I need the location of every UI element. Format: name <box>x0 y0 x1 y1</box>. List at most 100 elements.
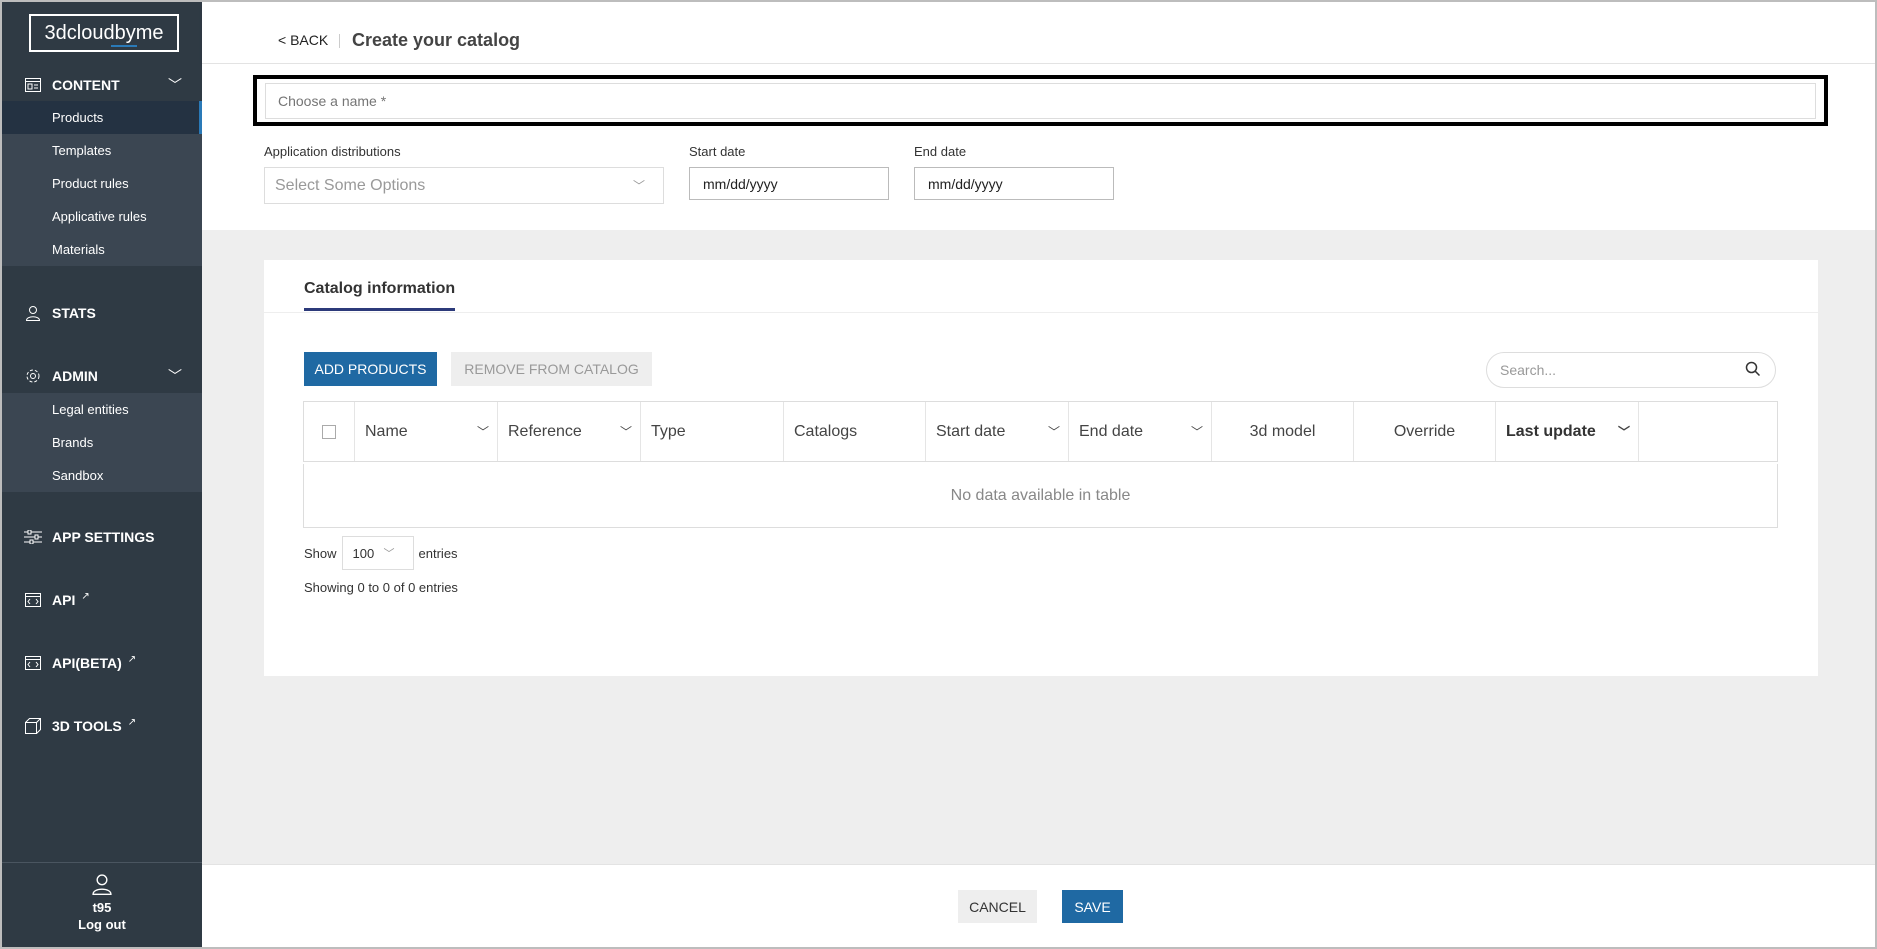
sidebar-section-api-beta[interactable]: API(BETA) ↗ <box>2 648 202 678</box>
app-window: 3dcloudbyme CONTENT ﹀ Products Templates… <box>0 0 1877 949</box>
sidebar-section-content[interactable]: CONTENT ﹀ <box>2 70 202 100</box>
catalog-info-card: Catalog information ADD PRODUCTS REMOVE … <box>264 260 1818 676</box>
page-length-select[interactable]: 100 ﹀ <box>341 536 414 570</box>
name-input[interactable] <box>265 83 1816 119</box>
chevron-down-icon: ﹀ <box>168 77 182 93</box>
column-label: Last update <box>1506 422 1596 440</box>
chevron-down-icon: ﹀ <box>383 548 395 560</box>
end-date-input[interactable]: mm/dd/yyyy <box>914 167 1114 200</box>
column-label: Type <box>651 422 686 440</box>
save-button[interactable]: SAVE <box>1062 890 1123 923</box>
sidebar-item-applicative-rules[interactable]: Applicative rules <box>2 200 202 233</box>
user-menu[interactable]: t95 Log out <box>2 862 202 947</box>
top-bar: < BACK Create your catalog <box>202 2 1875 64</box>
gear-icon <box>24 367 42 385</box>
column-label: Override <box>1393 422 1456 440</box>
sidebar-item-templates[interactable]: Templates <box>2 134 202 167</box>
sidebar-item-brands[interactable]: Brands <box>2 426 202 459</box>
column-label: Catalogs <box>794 422 858 440</box>
code-window-icon <box>24 654 42 672</box>
column-label: 3d model <box>1249 422 1316 440</box>
sidebar-section-label: API <box>52 592 76 608</box>
end-date-label: End date <box>914 144 967 159</box>
column-label: Reference <box>508 422 582 440</box>
username: t95 <box>92 900 112 915</box>
logo: 3dcloudbyme <box>29 14 179 52</box>
search-placeholder: Search... <box>1500 362 1557 378</box>
column-type: Type <box>641 402 784 461</box>
show-label: Show <box>304 545 337 561</box>
chevron-down-icon: ﹀ <box>632 179 645 193</box>
column-label: Name <box>365 422 408 440</box>
column-override: Override <box>1354 402 1496 461</box>
page-length-control: Show 100 ﹀ entries <box>304 536 458 570</box>
cancel-button[interactable]: CANCEL <box>958 890 1037 923</box>
column-end-date[interactable]: End date ﹀ <box>1069 402 1212 461</box>
logout-link[interactable]: Log out <box>2 917 202 932</box>
sidebar-section-label: STATS <box>52 305 96 321</box>
admin-submenu: Legal entities Brands Sandbox <box>2 393 202 492</box>
select-all-checkbox[interactable] <box>322 424 336 439</box>
tab-catalog-information[interactable]: Catalog information <box>304 280 456 311</box>
chevron-down-icon: ﹀ <box>168 368 182 384</box>
select-all-cell <box>304 402 355 461</box>
sidebar-item-materials[interactable]: Materials <box>2 233 202 266</box>
remove-from-catalog-button[interactable]: REMOVE FROM CATALOG <box>451 352 652 386</box>
empty-table-message: No data available in table <box>303 464 1778 528</box>
distributions-label: Application distributions <box>264 144 401 159</box>
products-table: Name ﹀ Reference ﹀ Type Catalogs Start dat… <box>303 401 1778 528</box>
user-icon <box>24 304 42 322</box>
search-input[interactable]: Search... <box>1486 352 1776 388</box>
main-content: Catalog information ADD PRODUCTS REMOVE … <box>202 230 1875 864</box>
column-catalogs: Catalogs <box>784 402 926 461</box>
sidebar-section-api[interactable]: API ↗ <box>2 585 202 615</box>
table-header: Name ﹀ Reference ﹀ Type Catalogs Start dat… <box>303 401 1778 462</box>
sort-icon: ﹀ <box>1047 425 1060 439</box>
sidebar-section-admin[interactable]: ADMIN ﹀ <box>2 361 202 391</box>
column-label: End date <box>1079 422 1144 440</box>
distributions-select[interactable]: Select Some Options ﹀ <box>264 167 664 204</box>
page-length-value: 100 <box>352 545 375 561</box>
sidebar-item-legal-entities[interactable]: Legal entities <box>2 393 202 426</box>
catalog-icon <box>24 76 42 94</box>
tab-divider <box>264 312 1818 313</box>
add-products-button[interactable]: ADD PRODUCTS <box>304 352 437 386</box>
external-link-icon: ↗ <box>127 654 137 665</box>
divider <box>339 34 340 48</box>
back-link[interactable]: < BACK <box>278 32 328 48</box>
sidebar-section-app-settings[interactable]: APP SETTINGS <box>2 522 202 552</box>
footer-bar: CANCEL SAVE <box>202 864 1875 947</box>
sidebar-item-products[interactable]: Products <box>2 101 202 134</box>
column-name[interactable]: Name ﹀ <box>355 402 498 461</box>
sort-icon: ﹀ <box>476 425 489 439</box>
sort-icon: ﹀ <box>1617 425 1630 439</box>
sidebar-section-label: ADMIN <box>52 368 98 384</box>
sort-icon: ﹀ <box>619 425 632 439</box>
sidebar-section-label: CONTENT <box>52 77 120 93</box>
sliders-icon <box>24 528 42 546</box>
cube-icon <box>24 717 42 735</box>
sidebar: 3dcloudbyme CONTENT ﹀ Products Templates… <box>2 2 202 947</box>
sort-icon: ﹀ <box>1190 425 1203 439</box>
distributions-placeholder: Select Some Options <box>275 176 426 194</box>
sidebar-section-label: APP SETTINGS <box>52 529 155 545</box>
external-link-icon: ↗ <box>127 717 137 728</box>
entries-label: entries <box>418 545 458 561</box>
code-window-icon <box>24 591 42 609</box>
sidebar-section-label: 3D TOOLS <box>52 718 122 734</box>
start-date-label: Start date <box>689 144 746 159</box>
column-last-update[interactable]: Last update ﹀ <box>1496 402 1639 461</box>
sidebar-item-product-rules[interactable]: Product rules <box>2 167 202 200</box>
content-submenu: Products Templates Product rules Applica… <box>2 101 202 266</box>
sidebar-section-stats[interactable]: STATS <box>2 298 202 328</box>
name-field-highlight <box>253 75 1828 126</box>
sidebar-section-3d-tools[interactable]: 3D TOOLS ↗ <box>2 711 202 741</box>
column-reference[interactable]: Reference ﹀ <box>498 402 641 461</box>
column-start-date[interactable]: Start date ﹀ <box>926 402 1069 461</box>
start-date-input[interactable]: mm/dd/yyyy <box>689 167 889 200</box>
catalog-form: Application distributions Select Some Op… <box>202 64 1875 230</box>
sidebar-item-sandbox[interactable]: Sandbox <box>2 459 202 492</box>
search-icon <box>1745 361 1761 380</box>
table-info: Showing 0 to 0 of 0 entries <box>304 580 458 595</box>
page-title: Create your catalog <box>352 30 521 50</box>
